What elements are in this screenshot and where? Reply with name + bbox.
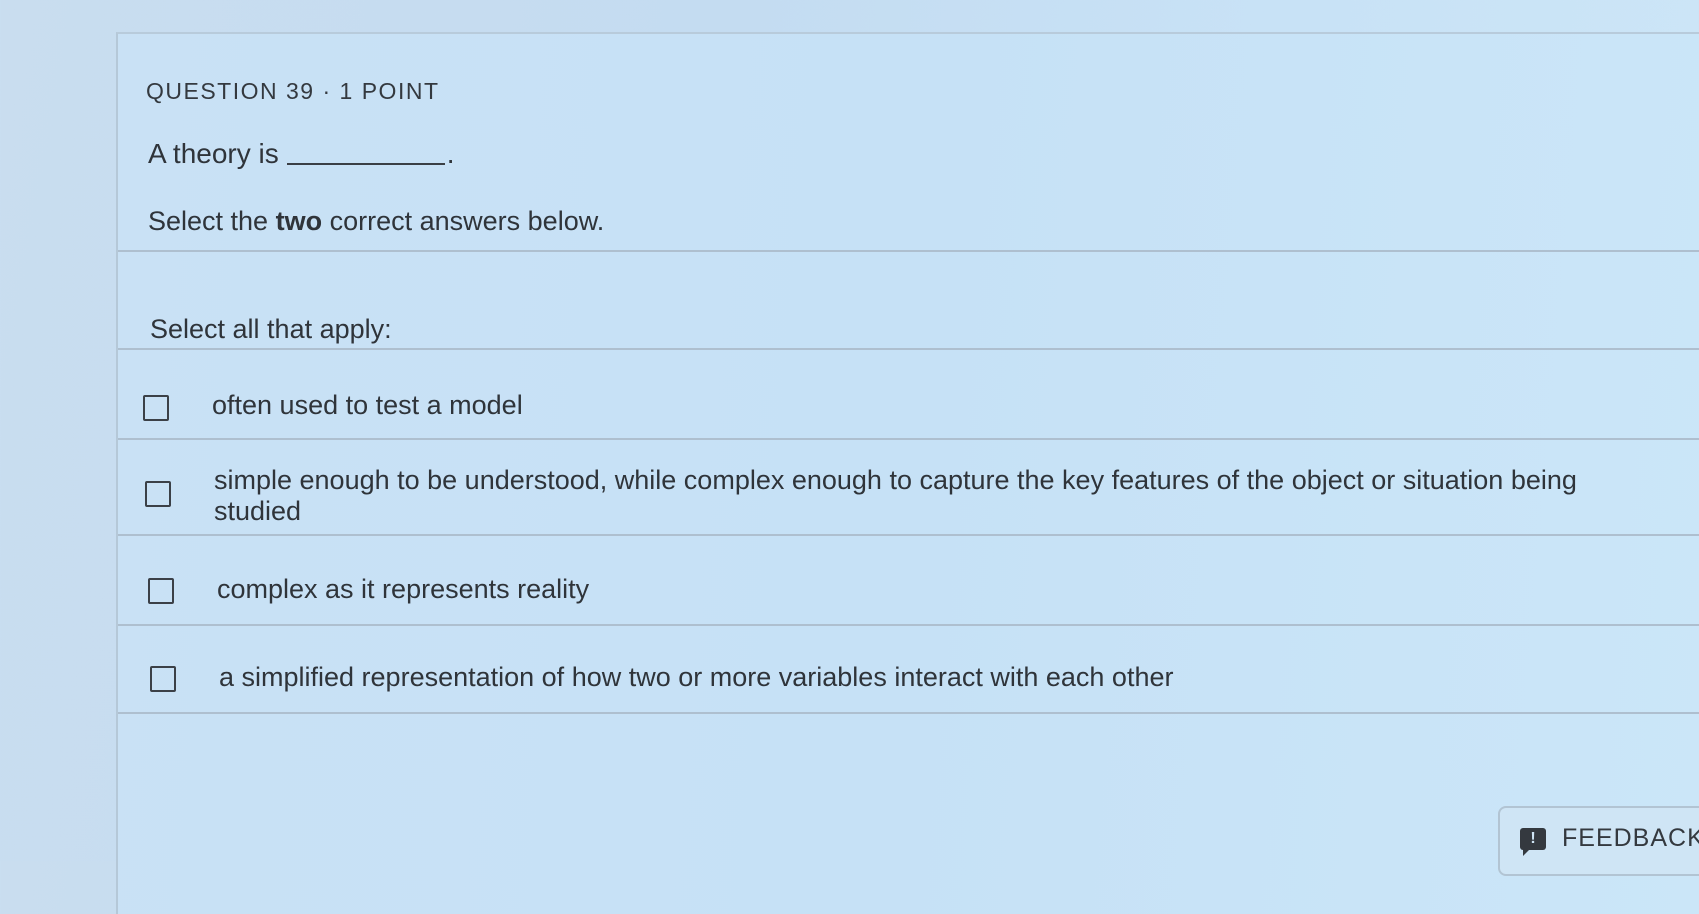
- answer-option-checkbox[interactable]: [150, 666, 176, 692]
- answer-option-text: a simplified representation of how two o…: [219, 662, 1174, 692]
- answer-option-checkbox[interactable]: [143, 395, 169, 421]
- question-number: QUESTION 39 · 1 POINT: [146, 78, 440, 104]
- instruction-prefix: Select the: [148, 206, 269, 236]
- select-all-label: Select all that apply:: [150, 314, 392, 344]
- answer-option-2[interactable]: simple enough to be understood, while co…: [118, 440, 1699, 534]
- question-stem: A theory is .: [148, 138, 455, 170]
- answer-option-checkbox[interactable]: [148, 578, 174, 604]
- question-stem-text: A theory is: [148, 138, 279, 169]
- question-card: QUESTION 39 · 1 POINT A theory is . Sele…: [116, 32, 1699, 914]
- question-instruction: Select the two correct answers below.: [148, 206, 604, 237]
- instruction-suffix: correct answers below.: [329, 206, 605, 236]
- answer-option-text: complex as it represents reality: [217, 574, 590, 604]
- answer-option-4[interactable]: a simplified representation of how two o…: [118, 626, 1699, 714]
- answer-option-text: simple enough to be understood, while co…: [214, 465, 1577, 526]
- answer-option-text: often used to test a model: [212, 390, 523, 420]
- answer-option-1[interactable]: often used to test a model: [118, 350, 1699, 438]
- instruction-emphasis: two: [275, 206, 323, 236]
- answer-option-3[interactable]: complex as it represents reality: [118, 536, 1699, 624]
- answer-option-checkbox[interactable]: [145, 481, 171, 507]
- feedback-button[interactable]: ! FEEDBACK: [1498, 806, 1699, 876]
- question-header: QUESTION 39 · 1 POINT A theory is . Sele…: [118, 34, 1699, 272]
- answer-blank: [286, 163, 445, 165]
- divider: [118, 712, 1699, 714]
- divider: [118, 250, 1699, 252]
- question-stem-period: .: [446, 138, 455, 169]
- feedback-label: FEEDBACK: [1562, 824, 1699, 852]
- feedback-exclamation-icon: !: [1520, 828, 1546, 856]
